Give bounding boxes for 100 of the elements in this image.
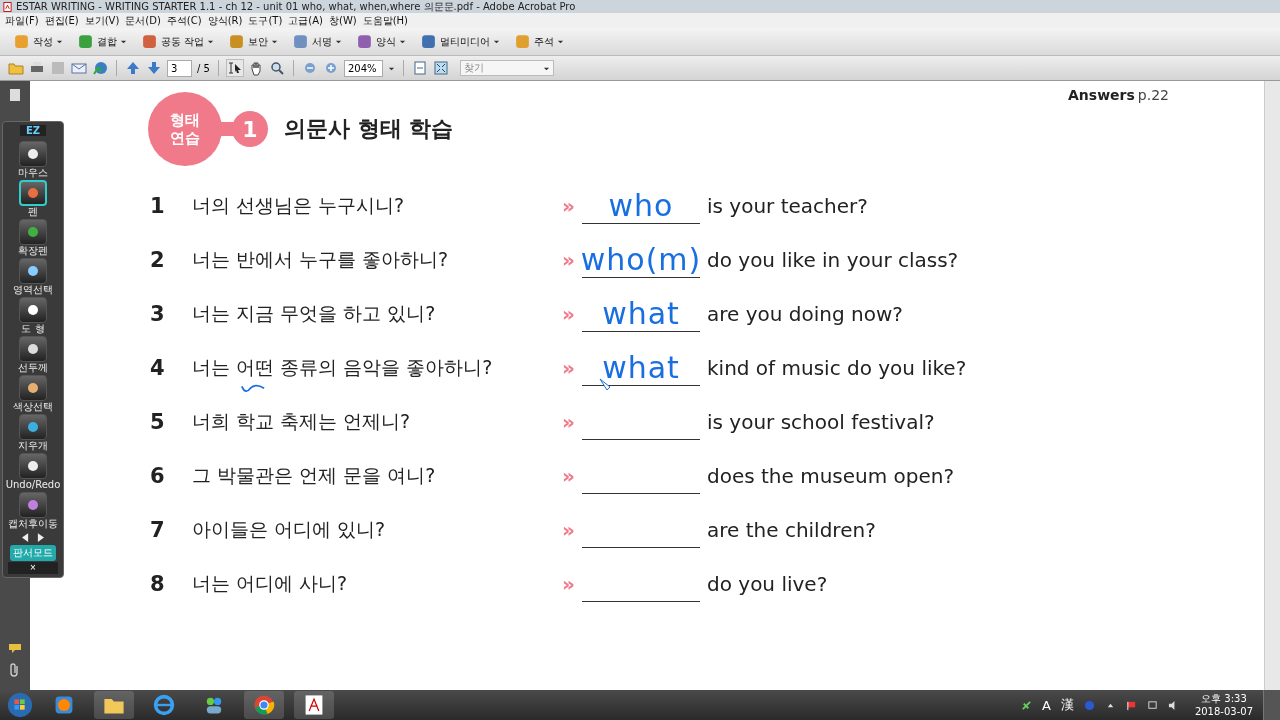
toolbar-button[interactable]: 양식 <box>351 33 412 50</box>
page-number-field[interactable]: 3 <box>167 59 192 77</box>
pages-icon[interactable] <box>7 87 23 103</box>
caret-icon <box>557 38 565 45</box>
arrow-marker: » <box>562 518 576 542</box>
question-number: 7 <box>149 518 166 542</box>
caret-icon <box>493 38 501 45</box>
toolbar-button[interactable]: 주석 <box>509 33 570 50</box>
question-number: 8 <box>149 572 166 596</box>
caret-icon <box>335 38 343 45</box>
korean-sentence: 너는 반에서 누구를 좋아하니? <box>192 247 450 272</box>
english-sentence: are the children? <box>707 518 876 542</box>
clock-time[interactable]: 오후 3:33 <box>1201 692 1247 705</box>
menu-item[interactable]: 보기(V) <box>84 13 120 28</box>
answer-blank[interactable]: who <box>582 188 700 224</box>
badge-label: 연습 <box>170 129 200 147</box>
tool-label: 선두께 <box>18 362 48 374</box>
handwritten-answer: what <box>602 350 680 385</box>
menu-item[interactable]: 도움말(H) <box>362 13 409 28</box>
english-sentence: are you doing now? <box>707 302 903 326</box>
tool-button[interactable] <box>19 141 47 167</box>
question-number: 3 <box>149 302 166 326</box>
start-button[interactable] <box>6 691 34 719</box>
handwritten-answer: who <box>608 188 674 223</box>
network-icon[interactable] <box>1146 699 1158 711</box>
chrome-icon[interactable] <box>244 691 284 719</box>
english-sentence: is your teacher? <box>707 194 868 218</box>
zoom-field[interactable]: 204% <box>343 59 383 77</box>
input-mode-indicator[interactable]: A <box>1041 697 1051 713</box>
menu-item[interactable]: 주석(C) <box>166 13 202 28</box>
handwritten-answer: what <box>602 296 680 331</box>
korean-sentence: 너는 어떤 종류의 음악을 좋아하니? <box>192 355 494 380</box>
flag-icon[interactable] <box>1125 699 1137 711</box>
korean-sentence: 그 박물관은 언제 문을 여니? <box>192 463 437 488</box>
tool-button[interactable] <box>19 258 47 284</box>
toolbar-button[interactable]: 멀티미디어 <box>415 33 506 50</box>
tool-label: 영역선택 <box>13 284 53 296</box>
caret-icon <box>271 38 279 45</box>
section-number: 1 <box>232 111 268 147</box>
tool-label: 마우스 <box>18 167 48 179</box>
answer-blank[interactable]: who(m) <box>582 242 700 278</box>
close-button[interactable]: × <box>8 562 58 574</box>
question-number: 4 <box>149 356 166 380</box>
menu-item[interactable]: 양식(R) <box>207 13 243 28</box>
input-mode-indicator[interactable]: 漢 <box>1060 696 1074 714</box>
menu-item[interactable]: 파일(F) <box>5 13 39 28</box>
tool-button[interactable] <box>19 414 47 440</box>
tool-label: 도 형 <box>21 323 45 335</box>
tool-button[interactable] <box>19 375 47 401</box>
english-sentence: do you like in your class? <box>707 248 959 272</box>
left-arrow-icon[interactable] <box>22 533 29 542</box>
text-cursor-icon[interactable] <box>226 60 243 76</box>
tool-button[interactable] <box>19 336 47 362</box>
question-number: 2 <box>149 248 166 272</box>
envelope-icon[interactable] <box>71 60 87 76</box>
korean-sentence: 너희 학교 축제는 언제니? <box>192 409 412 434</box>
menu-item[interactable]: 고급(A) <box>288 13 323 28</box>
toolbar-button[interactable]: 작성 <box>8 33 68 50</box>
window-title: ESTAR WRITING - WRITING STARTER 1.1 - ch 12 - unit 01 who, what, when,where 의문문.pdf - Adobe Acrobat Pro <box>16 0 576 13</box>
caret-icon <box>120 38 127 45</box>
question-number: 6 <box>149 464 166 488</box>
menu-item[interactable]: 도구(T) <box>248 13 283 28</box>
answer-blank[interactable]: what <box>582 296 700 332</box>
clock-date[interactable]: 2018-03-07 <box>1194 705 1253 718</box>
up-arrow-icon[interactable] <box>125 60 141 76</box>
search-field[interactable]: 찾기 <box>459 60 554 76</box>
magnifier-icon[interactable] <box>268 60 285 76</box>
ink-squiggle <box>238 383 268 395</box>
tool-button[interactable] <box>19 180 47 206</box>
toolbar-button[interactable]: 서명 <box>287 33 348 50</box>
caret-icon <box>399 38 407 45</box>
english-sentence: kind of music do you like? <box>707 356 967 380</box>
tool-label: 펜 <box>28 206 38 218</box>
english-sentence: do you live? <box>707 572 828 596</box>
folder-icon[interactable] <box>94 691 134 719</box>
toolbar-button[interactable]: 결합 <box>72 33 132 50</box>
pdf-icon <box>3 1 12 12</box>
fullscreen-icon[interactable] <box>432 60 449 76</box>
tool-label: 지우개 <box>18 440 48 452</box>
tool-button[interactable] <box>19 297 47 323</box>
arrow-marker: » <box>562 572 576 596</box>
acrobat-icon[interactable] <box>294 691 334 719</box>
arrow-marker: » <box>562 248 576 272</box>
question-number: 5 <box>149 410 166 434</box>
page-total: / 5 <box>197 62 210 74</box>
menu-item[interactable]: 편집(E) <box>44 13 79 28</box>
scroll-bar[interactable] <box>1264 81 1280 690</box>
toolbar-button[interactable]: 보안 <box>223 33 284 50</box>
toolbar-button[interactable]: 공동 작업 <box>136 33 220 50</box>
toolbar-logo: EZ <box>19 125 47 136</box>
menu-item[interactable]: 창(W) <box>329 13 357 28</box>
menu-item[interactable]: 문서(D) <box>125 13 161 28</box>
right-arrow-icon[interactable] <box>37 533 44 542</box>
korean-sentence: 아이들은 어디에 있니? <box>192 517 387 542</box>
tool-label: Undo/Redo <box>5 479 61 491</box>
down-arrow-icon[interactable] <box>146 60 162 76</box>
arrow-marker: » <box>562 410 576 434</box>
korean-sentence: 너의 선생님은 누구시니? <box>192 193 406 218</box>
tool-button[interactable] <box>19 453 47 479</box>
tool-label: 캡처후이동 <box>8 518 58 530</box>
